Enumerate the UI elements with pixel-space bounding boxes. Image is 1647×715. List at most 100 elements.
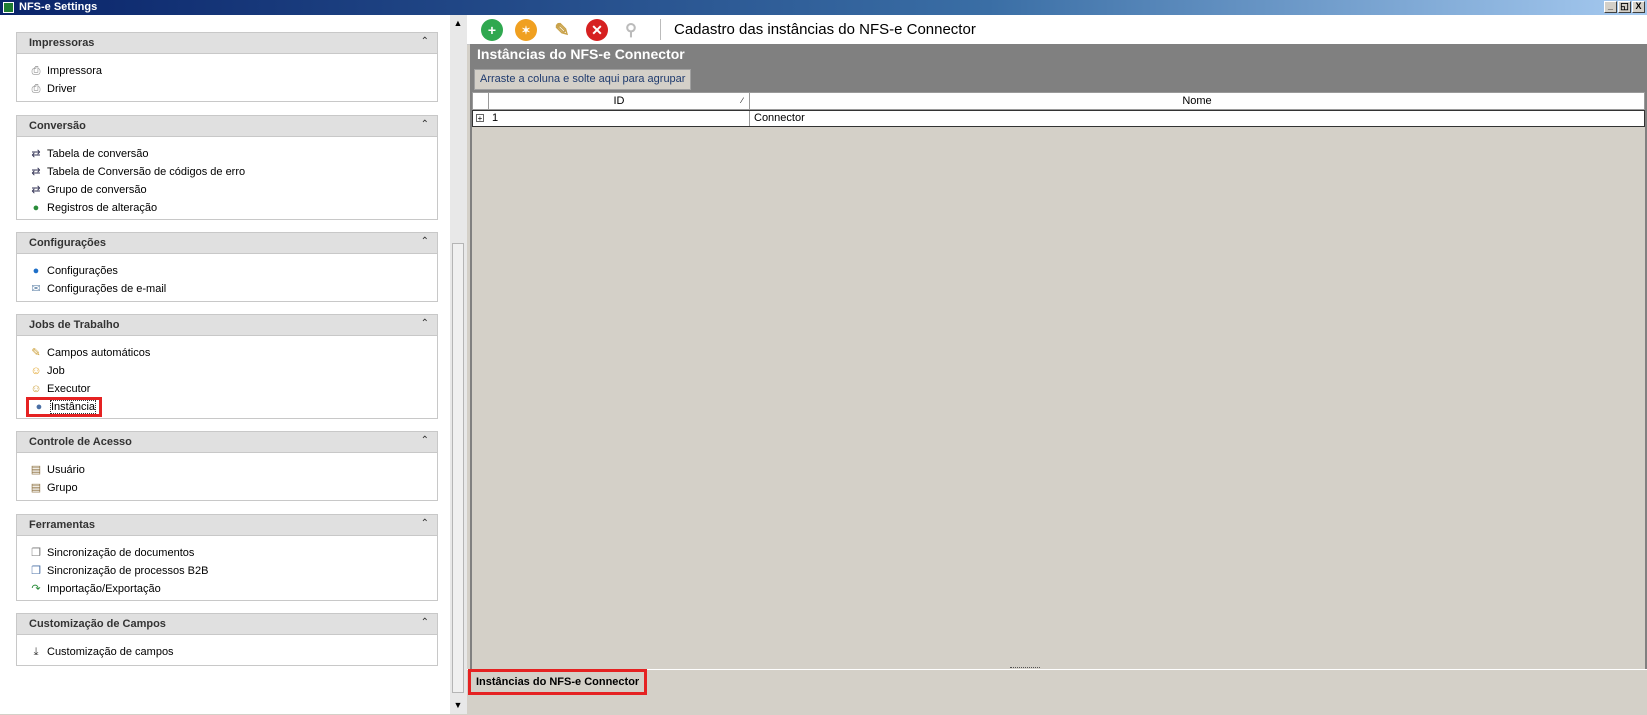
sidebar-item-label: Tabela de Conversão de códigos de erro [47, 166, 246, 178]
group-header[interactable]: Configurações ⌃ [17, 233, 437, 254]
sidebar-item-instancia[interactable]: ● Instância [17, 397, 437, 417]
sidebar-item-label: Sincronização de documentos [47, 547, 195, 559]
group-title: Customização de Campos [29, 618, 166, 630]
sidebar-group-jobs-trabalho: Jobs de Trabalho ⌃ ✎ Campos automáticos ☺… [16, 314, 438, 419]
group-header[interactable]: Controle de Acesso ⌃ [17, 432, 437, 453]
panel-title: Instâncias do NFS-e Connector [477, 46, 685, 62]
sidebar-item-driver[interactable]: ⎙ Driver [17, 80, 437, 98]
sidebar-item-label: Campos automáticos [47, 347, 151, 359]
sidebar-item-label: Usuário [47, 464, 85, 476]
column-header-label: ID [613, 95, 625, 107]
page-title: Cadastro das instâncias do NFS-e Connect… [674, 21, 976, 38]
change-log-icon: ● [32, 202, 40, 214]
close-button[interactable]: X [1632, 1, 1645, 13]
collapse-icon[interactable]: ⌃ [421, 435, 429, 446]
sidebar-item-label: Grupo [47, 482, 78, 494]
group-icon: ▤ [30, 482, 42, 494]
document-sync-icon: ❐ [31, 547, 41, 559]
window-controls: _ ◱ X [1604, 1, 1645, 13]
grid-header-row: ID ∕ Nome [472, 92, 1645, 110]
collapse-icon[interactable]: ⌃ [421, 119, 429, 130]
group-title: Conversão [29, 120, 86, 132]
edit-icon: ✎ [554, 19, 570, 40]
group-header[interactable]: Impressoras ⌃ [17, 33, 437, 54]
main-panel: + ✶ ✎ ✕ ⚲ Cadastro das instâncias do NFS… [467, 15, 1647, 715]
delete-button[interactable]: ✕ [586, 19, 608, 41]
grid-panel: Instâncias do NFS-e Connector Arraste a … [470, 44, 1647, 669]
restore-button[interactable]: ◱ [1618, 1, 1631, 13]
table-row[interactable]: + 1 Connector [472, 110, 1645, 127]
sidebar-item-importacao-exportacao[interactable]: ↷ Importação/Exportação [17, 580, 437, 598]
cell-id[interactable]: 1 [488, 111, 750, 126]
sidebar-group-controle-acesso: Controle de Acesso ⌃ ▤ Usuário ▤ Grupo [16, 431, 438, 501]
sidebar-item-registros-alteracao[interactable]: ● Registros de alteração [17, 199, 437, 217]
column-header-nome[interactable]: Nome [750, 93, 1644, 109]
add-button[interactable]: + [481, 19, 503, 41]
bottom-tab-strip: Instâncias do NFS-e Connector [467, 667, 1647, 715]
column-header-label: Nome [1182, 95, 1212, 107]
group-by-area[interactable]: Arraste a coluna e solte aqui para agrup… [474, 69, 692, 90]
sidebar-group-configuracoes: Configurações ⌃ ● Configurações ✉ Configur… [16, 232, 438, 302]
sidebar-item-executor[interactable]: ☺ Executor [17, 380, 437, 398]
sidebar-item-label: Executor [47, 383, 91, 395]
sidebar-item-tabela-conversao-codigos-erro[interactable]: ⇄ Tabela de Conversão de códigos de erro [17, 163, 437, 181]
toolbar: + ✶ ✎ ✕ ⚲ Cadastro das instâncias do NFS… [467, 15, 1647, 45]
auto-fields-icon: ✎ [31, 347, 41, 359]
sidebar-item-job[interactable]: ☺ Job [17, 362, 437, 380]
sidebar-item-label: Sincronização de processos B2B [47, 565, 209, 577]
selected-highlight[interactable]: ● Instância [25, 397, 103, 417]
search-icon: ⚲ [625, 22, 637, 39]
scroll-down-icon[interactable]: ▼ [452, 699, 464, 711]
bottom-tab-instancias[interactable]: Instâncias do NFS-e Connector [467, 669, 648, 695]
sidebar-item-customizacao-campos[interactable]: ⤓ Customização de campos [17, 643, 437, 661]
conversion-group-icon: ⇄ [31, 184, 41, 196]
sidebar-item-label: Tabela de conversão [47, 148, 149, 160]
app-icon [3, 2, 14, 13]
group-header[interactable]: Jobs de Trabalho ⌃ [17, 315, 437, 336]
printer-icon: ⎙ [31, 65, 41, 77]
sidebar-item-sincronizacao-documentos[interactable]: ❐ Sincronização de documentos [17, 544, 437, 562]
group-header[interactable]: Customização de Campos ⌃ [17, 614, 437, 635]
sidebar-item-grupo-conversao[interactable]: ⇄ Grupo de conversão [17, 181, 437, 199]
minimize-button[interactable]: _ [1604, 1, 1617, 13]
cell-nome[interactable]: Connector [750, 111, 1644, 126]
sidebar-item-campos-automaticos[interactable]: ✎ Campos automáticos [17, 344, 437, 362]
delete-icon: ✕ [591, 21, 603, 38]
sidebar-item-label: Configurações [47, 265, 118, 277]
sidebar-group-customizacao-campos: Customização de Campos ⌃ ⤓ Customização d… [16, 613, 438, 666]
copy-button[interactable]: ✶ [515, 19, 537, 41]
group-header[interactable]: Ferramentas ⌃ [17, 515, 437, 536]
data-grid: ID ∕ Nome + 1 Connector [472, 92, 1645, 669]
sidebar-item-label: Grupo de conversão [47, 184, 147, 196]
row-indicator-header [473, 93, 489, 109]
collapse-icon[interactable]: ⌃ [421, 36, 429, 47]
sidebar-item-sincronizacao-b2b[interactable]: ❐ Sincronização de processos B2B [17, 562, 437, 580]
collapse-icon[interactable]: ⌃ [421, 617, 429, 628]
sidebar-item-grupo[interactable]: ▤ Grupo [17, 479, 437, 497]
sidebar-item-configuracoes-email[interactable]: ✉ Configurações de e-mail [17, 280, 437, 298]
group-title: Controle de Acesso [29, 436, 132, 448]
conversion-table-icon: ⇄ [31, 148, 41, 160]
settings-icon: ● [32, 265, 40, 277]
sidebar-item-impressora[interactable]: ⎙ Impressora [17, 62, 437, 80]
scroll-up-icon[interactable]: ▲ [452, 17, 464, 29]
group-header[interactable]: Conversão ⌃ [17, 116, 437, 137]
sidebar-item-usuario[interactable]: ▤ Usuário [17, 461, 437, 479]
collapse-icon[interactable]: ⌃ [421, 236, 429, 247]
splitter-handle[interactable] [1010, 667, 1040, 671]
sidebar-item-label: Importação/Exportação [47, 583, 161, 595]
collapse-icon[interactable]: ⌃ [421, 518, 429, 529]
expand-icon[interactable]: + [476, 114, 484, 123]
sidebar-scrollbar[interactable]: ▲ ▼ [450, 15, 467, 714]
sidebar-item-configuracoes[interactable]: ● Configurações [17, 262, 437, 280]
column-header-id[interactable]: ID ∕ [489, 93, 750, 109]
collapse-icon[interactable]: ⌃ [421, 318, 429, 329]
sidebar-item-tabela-conversao[interactable]: ⇄ Tabela de conversão [17, 145, 437, 163]
edit-button[interactable]: ✎ [551, 19, 573, 41]
job-icon: ☺ [30, 365, 42, 377]
sidebar-group-impressoras: Impressoras ⌃ ⎙ Impressora ⎙ Driver [16, 32, 438, 102]
group-title: Configurações [29, 237, 107, 249]
search-button[interactable]: ⚲ [620, 19, 642, 41]
scroll-thumb[interactable] [452, 243, 464, 693]
sidebar-item-label: Impressora [47, 65, 103, 77]
